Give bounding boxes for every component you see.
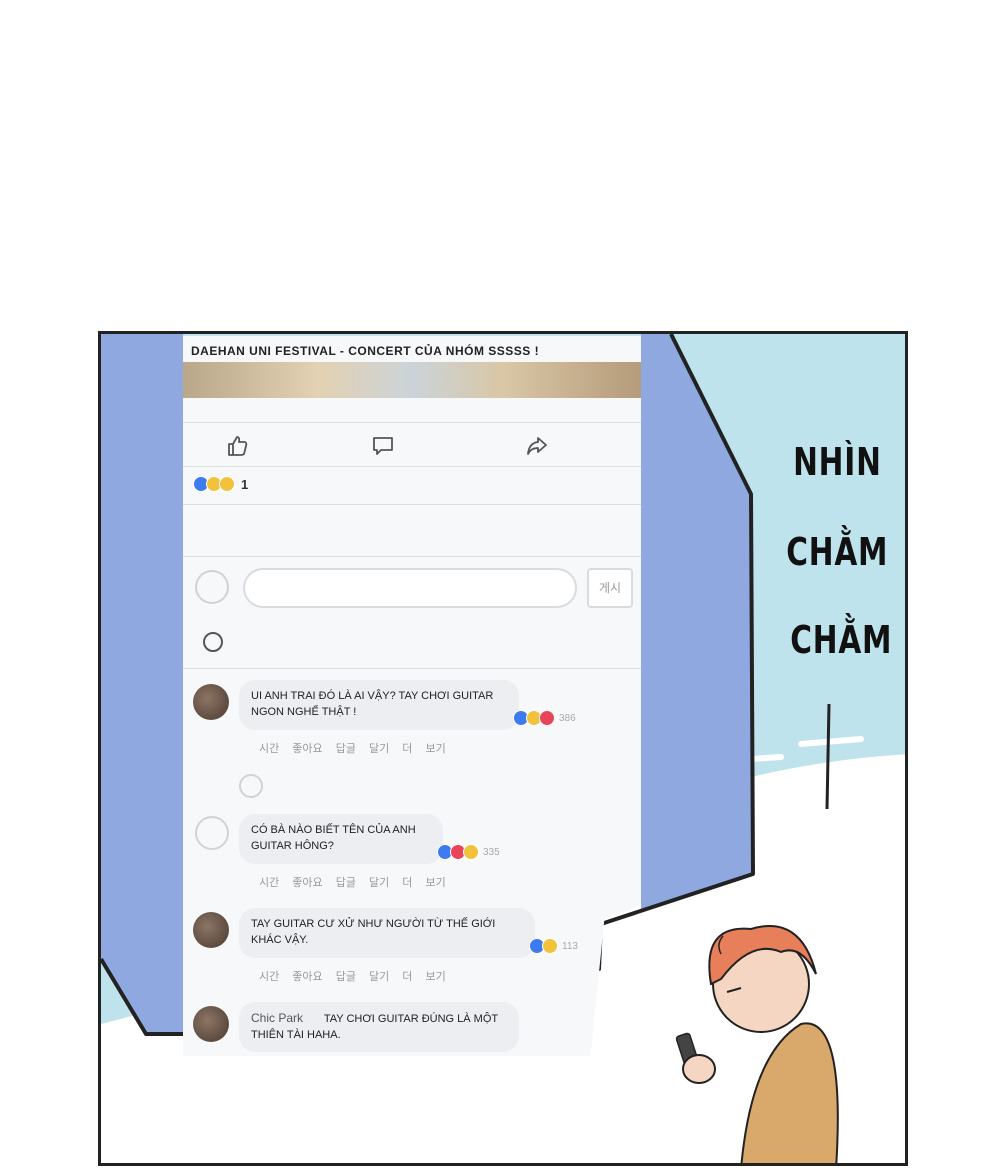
thumbs-up-icon[interactable] [225,434,249,458]
comment-reactions[interactable]: 386 [513,710,576,726]
love-reaction-icon [539,710,555,726]
comic-panel: DAEHAN UNI FESTIVAL - CONCERT CỦA NHÓM S… [98,331,908,1166]
sfx-line-2: CHẰM [786,530,889,574]
haha-reaction-icon [542,938,558,954]
sad-reaction-icon [219,476,235,492]
commenter-avatar[interactable] [193,912,229,948]
share-arrow-icon[interactable] [525,434,549,458]
comment-input[interactable] [243,568,577,608]
comment-bubble: UI ANH TRAI ĐÓ LÀ AI VẬY? TAY CHƠI GUITA… [239,680,519,730]
comment-reaction-count: 335 [483,846,500,858]
post-banner-image [183,362,641,398]
sfx-line-3: CHẰM [790,618,893,662]
divider [183,466,641,467]
comment-actions[interactable]: 시간 좋아요 답글 달기 더 보기 [259,740,446,756]
user-avatar-placeholder [195,570,229,604]
commenter-avatar[interactable] [193,1006,229,1042]
post-reactions[interactable]: 1 [193,476,248,492]
comment-actions[interactable]: 시간 좋아요 답글 달기 더 보기 [259,968,446,984]
sfx-line-1: NHÌN [793,440,882,484]
comment-bubble: TAY GUITAR CƯ XỬ NHƯ NGƯỜI TỪ THẾ GIỚI K… [239,908,535,958]
comment-reaction-count: 113 [562,940,578,952]
comment-reaction-count: 386 [559,712,576,724]
reply-avatar-placeholder [239,774,263,798]
post-comment-button[interactable]: 게시 [587,568,633,608]
commenter-name[interactable]: Chic Park [251,1011,303,1025]
comment-bubble: CÓ BÀ NÀO BIẾT TÊN CỦA ANH GUITAR HÔNG? [239,814,443,864]
divider [183,668,641,669]
divider [183,556,641,557]
post-title: DAEHAN UNI FESTIVAL - CONCERT CỦA NHÓM S… [191,344,540,358]
divider [183,422,641,423]
comment-text: TAY GUITAR CƯ XỬ NHƯ NGƯỜI TỪ THẾ GIỚI K… [251,918,496,946]
commenter-avatar[interactable] [195,816,229,850]
comment-reactions[interactable]: 335 [437,844,500,860]
speech-bubble-icon[interactable] [371,434,395,458]
facebook-post-screen: DAEHAN UNI FESTIVAL - CONCERT CỦA NHÓM S… [183,336,641,1056]
commenter-avatar[interactable] [193,684,229,720]
comment-bubble: Chic Park TAY CHƠI GUITAR ĐÚNG LÀ MỘT TH… [239,1002,519,1052]
comment-text: UI ANH TRAI ĐÓ LÀ AI VẬY? TAY CHƠI GUITA… [251,690,494,718]
comment-text: CÓ BÀ NÀO BIẾT TÊN CỦA ANH GUITAR HÔNG? [251,824,416,852]
smiley-icon[interactable] [203,632,223,652]
reaction-count: 1 [241,476,249,492]
haha-reaction-icon [463,844,479,860]
comment-reactions[interactable]: 113 [529,938,578,954]
comment-actions[interactable]: 시간 좋아요 답글 달기 더 보기 [259,874,446,890]
divider [183,504,641,505]
